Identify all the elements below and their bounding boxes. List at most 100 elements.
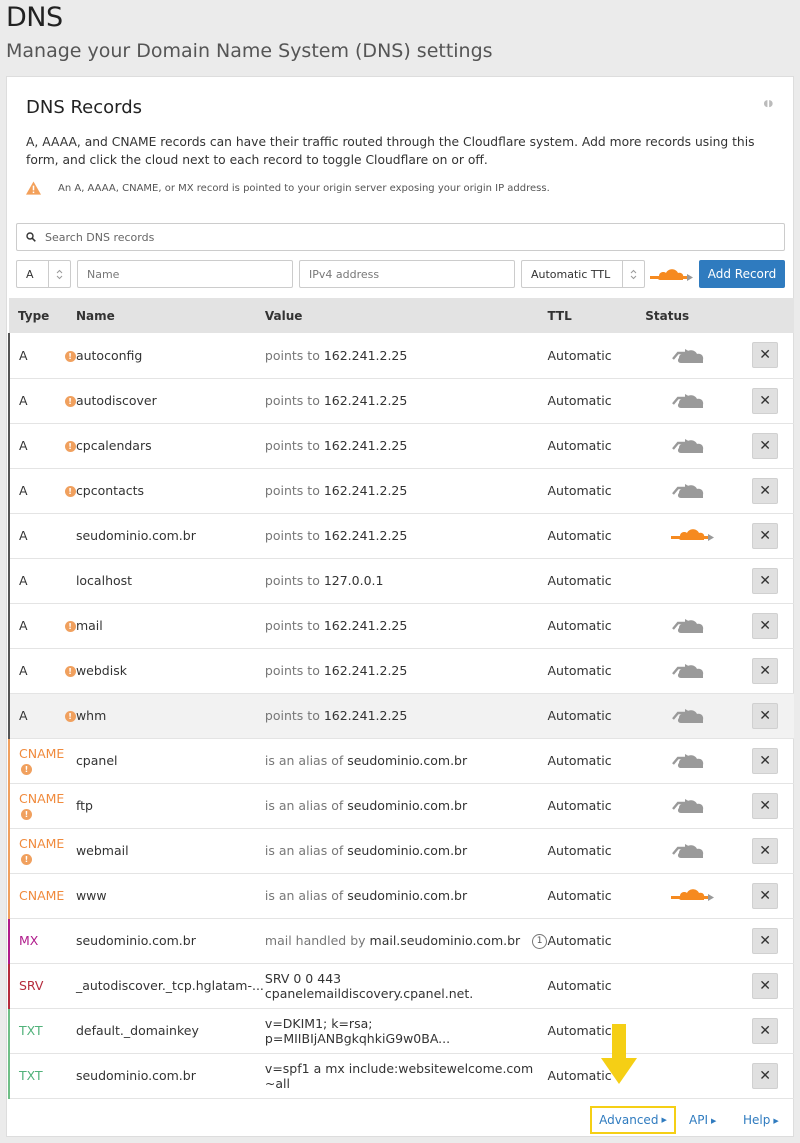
record-value-cell[interactable]: mail handled by mail.seudominio.com.br 1 [264, 918, 548, 964]
header-value[interactable]: Value [264, 298, 548, 333]
value-input[interactable] [309, 267, 514, 281]
record-name-cell[interactable]: cpanel [75, 738, 265, 784]
record-value-cell[interactable]: is an alias of seudominio.com.br [264, 783, 548, 829]
proxy-off-cloud-icon[interactable] [671, 709, 709, 729]
proxy-off-cloud-icon[interactable] [671, 484, 709, 504]
delete-record-button[interactable]: ✕ [752, 342, 779, 369]
type-select[interactable]: A [16, 260, 71, 288]
value-field[interactable] [299, 260, 515, 288]
proxy-on-cloud-icon[interactable] [671, 529, 715, 546]
record-name-cell[interactable]: _autodiscover._tcp.hglatam-... [75, 963, 265, 1009]
warning-dot-icon[interactable]: ! [64, 350, 76, 362]
ttl-stepper-icon[interactable] [622, 261, 644, 287]
record-ttl-cell[interactable]: Automatic [547, 918, 646, 964]
warning-dot-icon[interactable]: ! [21, 808, 32, 820]
table-row[interactable]: A! webdisk points to 162.241.2.25 Automatic… [8, 648, 794, 694]
delete-record-button[interactable]: ✕ [752, 612, 779, 639]
header-type[interactable]: Type [9, 298, 76, 333]
record-ttl-cell[interactable]: Automatic [547, 828, 646, 874]
table-row[interactable]: A! whm points to 162.241.2.25 Automatic ✕ [8, 693, 794, 739]
record-value-cell[interactable]: SRV 0 0 443 cpanelemaildiscovery.cpanel.… [264, 963, 548, 1009]
record-value-cell[interactable]: points to 127.0.0.1 [264, 558, 548, 604]
warning-dot-icon[interactable]: ! [21, 763, 32, 775]
record-value-cell[interactable]: points to 162.241.2.25 [264, 603, 548, 649]
proxy-toggle-cloud-icon[interactable] [650, 265, 694, 287]
record-value-cell[interactable]: points to 162.241.2.25 [264, 378, 548, 424]
type-stepper-icon[interactable] [48, 261, 70, 287]
record-name-cell[interactable]: localhost [75, 558, 265, 604]
table-row[interactable]: A! autoconfig points to 162.241.2.25 Automa… [8, 333, 794, 379]
record-value-cell[interactable]: v=spf1 a mx include:websitewelcome.com ~… [264, 1053, 548, 1099]
table-row[interactable]: SRV _autodiscover._tcp.hglatam-... SRV 0 0… [8, 963, 794, 1009]
warning-dot-icon[interactable]: ! [64, 441, 76, 452]
delete-record-button[interactable]: ✕ [752, 882, 779, 909]
help-icon[interactable]: ◖◗ [764, 99, 773, 109]
table-row[interactable]: A! mail points to 162.241.2.25 Automatic ✕ [8, 603, 794, 649]
record-name-cell[interactable]: www [75, 873, 265, 919]
delete-record-button[interactable]: ✕ [752, 1062, 779, 1089]
table-row[interactable]: Alocalhost points to 127.0.0.1 Automatic ✕ [8, 558, 794, 604]
header-name[interactable]: Name [75, 298, 265, 333]
record-ttl-cell[interactable]: Automatic [547, 513, 646, 559]
delete-record-button[interactable]: ✕ [752, 792, 779, 819]
delete-record-button[interactable]: ✕ [752, 567, 779, 594]
record-ttl-cell[interactable]: Automatic [547, 873, 646, 919]
record-ttl-cell[interactable]: Automatic [547, 378, 646, 424]
api-link[interactable]: API ▶ [689, 1113, 716, 1127]
proxy-off-cloud-icon[interactable] [671, 439, 709, 459]
record-name-cell[interactable]: default._domainkey [75, 1008, 265, 1054]
record-ttl-cell[interactable]: Automatic [547, 738, 646, 784]
record-ttl-cell[interactable]: Automatic [547, 963, 646, 1009]
record-name-cell[interactable]: seudominio.com.br [75, 918, 265, 964]
table-row[interactable]: CNAME! webmail is an alias of seudominio.c… [8, 828, 794, 874]
record-name-cell[interactable]: autodiscover [75, 378, 265, 424]
warning-dot-icon[interactable]: ! [64, 711, 76, 722]
record-ttl-cell[interactable]: Automatic [547, 333, 646, 379]
record-value-cell[interactable]: is an alias of seudominio.com.br [264, 828, 548, 874]
delete-record-button[interactable]: ✕ [752, 837, 779, 864]
proxy-off-cloud-icon[interactable] [671, 844, 709, 864]
proxy-off-cloud-icon[interactable] [671, 799, 709, 819]
record-name-cell[interactable]: webdisk [75, 648, 265, 694]
delete-record-button[interactable]: ✕ [752, 432, 779, 459]
record-ttl-cell[interactable]: Automatic [547, 423, 646, 469]
delete-record-button[interactable]: ✕ [752, 747, 779, 774]
delete-record-button[interactable]: ✕ [752, 657, 779, 684]
name-field[interactable] [77, 260, 293, 288]
record-value-cell[interactable]: v=DKIM1; k=rsa; p=MIIBIjANBgkqhkiG9w0BA.… [264, 1008, 548, 1054]
table-row[interactable]: TXT default._domainkey v=DKIM1; k=rsa; p=M… [8, 1008, 794, 1054]
header-ttl[interactable]: TTL [547, 298, 646, 333]
record-ttl-cell[interactable]: Automatic [547, 648, 646, 694]
delete-record-button[interactable]: ✕ [752, 387, 779, 414]
record-name-cell[interactable]: cpcalendars [75, 423, 265, 469]
record-value-cell[interactable]: is an alias of seudominio.com.br [264, 873, 548, 919]
delete-record-button[interactable]: ✕ [752, 522, 779, 549]
record-value-cell[interactable]: is an alias of seudominio.com.br [264, 738, 548, 784]
record-name-cell[interactable]: whm [75, 693, 265, 739]
name-input[interactable] [87, 267, 292, 281]
warning-dot-icon[interactable]: ! [64, 486, 76, 497]
warning-dot-icon[interactable]: ! [64, 666, 76, 677]
table-row[interactable]: A! cpcalendars points to 162.241.2.25 Autom… [8, 423, 794, 469]
record-value-cell[interactable]: points to 162.241.2.25 [264, 693, 548, 739]
record-name-cell[interactable]: ftp [75, 783, 265, 829]
record-name-cell[interactable]: autoconfig [75, 333, 265, 379]
table-row[interactable]: CNAME www is an alias of seudominio.com.br… [8, 873, 794, 919]
record-value-cell[interactable]: points to 162.241.2.25 [264, 333, 548, 379]
ttl-select[interactable]: Automatic TTL [521, 260, 645, 288]
delete-record-button[interactable]: ✕ [752, 702, 779, 729]
table-row[interactable]: Aseudominio.com.br points to 162.241.2.25… [8, 513, 794, 559]
record-value-cell[interactable]: points to 162.241.2.25 [264, 648, 548, 694]
add-record-button[interactable]: Add Record [699, 260, 785, 288]
record-name-cell[interactable]: mail [75, 603, 265, 649]
record-value-cell[interactable]: points to 162.241.2.25 [264, 513, 548, 559]
warning-dot-icon[interactable]: ! [64, 396, 76, 407]
record-ttl-cell[interactable]: Automatic [547, 603, 646, 649]
table-row[interactable]: CNAME! ftp is an alias of seudominio.com.b… [8, 783, 794, 829]
record-name-cell[interactable]: cpcontacts [75, 468, 265, 514]
table-row[interactable]: CNAME! cpanel is an alias of seudominio.co… [8, 738, 794, 784]
proxy-off-cloud-icon[interactable] [671, 348, 709, 369]
record-ttl-cell[interactable]: Automatic [547, 783, 646, 829]
delete-record-button[interactable]: ✕ [752, 927, 779, 954]
delete-record-button[interactable]: ✕ [752, 972, 779, 999]
